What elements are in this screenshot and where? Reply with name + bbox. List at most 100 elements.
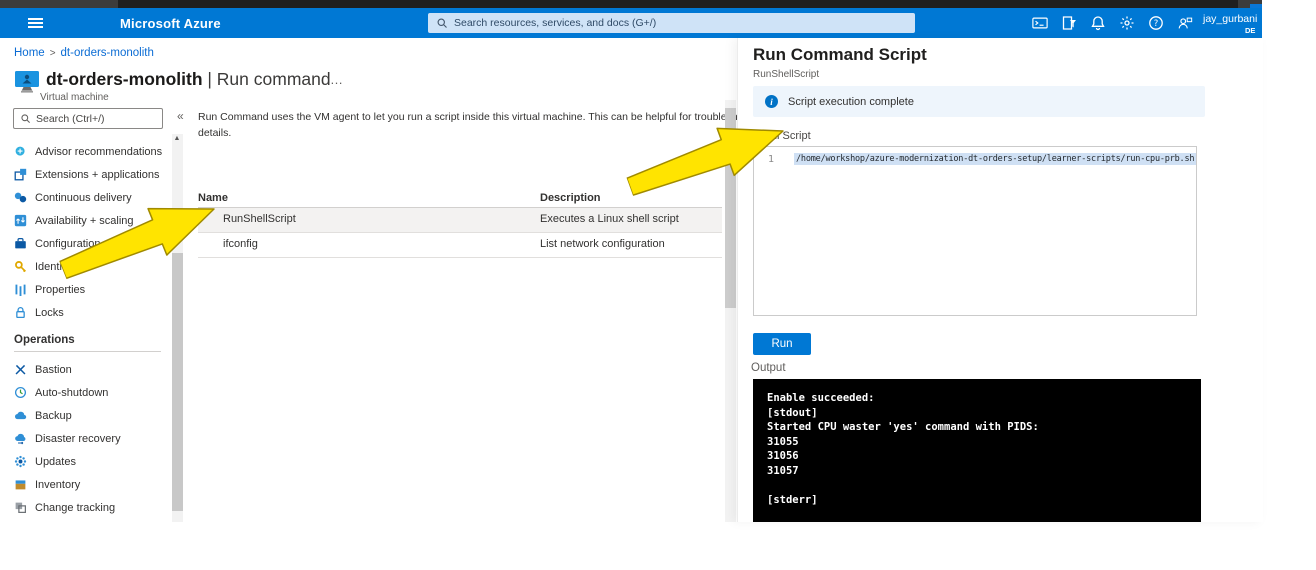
sidebar-item-backup[interactable]: Backup: [0, 404, 172, 427]
azure-portal-screen: Microsoft Azure Search resources, servic…: [0, 0, 1316, 570]
sidebar-item-label: Auto-shutdown: [35, 387, 108, 399]
sidebar-item-availability-scaling[interactable]: Availability + scaling: [0, 209, 172, 232]
browser-strip: [0, 0, 1262, 8]
shell-script-label: Shell Script: [755, 130, 811, 142]
sidebar-item-advisor-recommendations[interactable]: Advisor recommendations: [0, 140, 172, 163]
sidebar-search-placeholder: Search (Ctrl+/): [36, 113, 105, 125]
hamburger-menu-icon[interactable]: [28, 18, 43, 28]
column-header-name: Name: [198, 192, 228, 204]
sidebar-item-label: Inventory: [35, 479, 80, 491]
cell-description: List network configuration: [540, 238, 665, 250]
sidebar-divider: [14, 351, 161, 352]
cell-description: Executes a Linux shell script: [540, 213, 679, 225]
sidebar-item-label: Advisor recommendations: [35, 146, 162, 158]
sidebar-item-label: Locks: [35, 307, 64, 319]
global-search-placeholder: Search resources, services, and docs (G+…: [454, 17, 656, 29]
sidebar-item-label: Continuous delivery: [35, 192, 132, 204]
sidebar-item-label: Bastion: [35, 364, 72, 376]
info-icon: i: [765, 95, 778, 108]
page-title: dt-orders-monolith | Run command: [46, 69, 331, 90]
sidebar-nav-operations: Bastion Auto-shutdown Backup Disaster recov…: [0, 358, 172, 519]
run-command-description-line2: details.: [198, 127, 231, 139]
availability-scaling-icon: [14, 214, 27, 227]
terminal-line: Enable succeeded:: [767, 391, 1201, 406]
main-scrollbar-thumb[interactable]: [725, 108, 736, 308]
sidebar-item-inventory[interactable]: Inventory: [0, 473, 172, 496]
virtual-machine-icon: [14, 70, 40, 95]
editor-line-number: 1: [768, 154, 774, 165]
sidebar-item-locks[interactable]: Locks: [0, 301, 172, 324]
help-icon[interactable]: ?: [1148, 15, 1164, 31]
command-table: RunShellScript Executes a Linux shell scr…: [198, 207, 722, 258]
page-subtitle: Virtual machine: [40, 92, 109, 103]
run-button[interactable]: Run: [753, 333, 811, 355]
sidebar-search-input[interactable]: Search (Ctrl+/): [13, 108, 163, 129]
breadcrumb-separator: >: [50, 48, 56, 59]
sidebar-item-label: Backup: [35, 410, 72, 422]
change-tracking-icon: [14, 501, 27, 514]
notifications-icon[interactable]: [1090, 15, 1106, 31]
table-header: Name Description: [198, 192, 722, 206]
panel-subtitle: RunShellScript: [753, 69, 819, 80]
terminal-line: 31057: [767, 464, 1201, 479]
breadcrumb: Home > dt-orders-monolith: [14, 47, 154, 59]
sidebar-item-disaster-recovery[interactable]: Disaster recovery: [0, 427, 172, 450]
backup-icon: [14, 409, 27, 422]
terminal-line: Started CPU waster 'yes' command with PI…: [767, 420, 1201, 435]
scroll-up-icon[interactable]: ▲: [174, 135, 181, 142]
breadcrumb-link-dt-orders-monolith[interactable]: dt-orders-monolith: [61, 47, 154, 59]
cell-name: ifconfig: [223, 238, 258, 250]
extensions-icon: [14, 168, 27, 181]
sidebar-item-label: Change tracking: [35, 502, 115, 514]
sidebar-item-identity[interactable]: Identity: [0, 255, 172, 278]
settings-icon[interactable]: [1119, 15, 1135, 31]
table-row-runshellscript[interactable]: RunShellScript Executes a Linux shell scr…: [198, 207, 722, 233]
topbar-icons: ?: [1032, 8, 1193, 38]
inventory-icon: [14, 478, 27, 491]
svg-text:?: ?: [1154, 19, 1159, 29]
azure-brand[interactable]: Microsoft Azure: [120, 16, 221, 31]
sidebar-item-continuous-delivery[interactable]: Continuous delivery: [0, 186, 172, 209]
updates-icon: [14, 455, 27, 468]
feedback-icon[interactable]: [1177, 15, 1193, 31]
status-banner: i Script execution complete: [753, 86, 1205, 117]
editor-code-line[interactable]: /home/workshop/azure-modernization-dt-or…: [794, 153, 1196, 165]
sidebar-scrollbar-thumb[interactable]: [172, 253, 183, 511]
bastion-icon: [14, 363, 27, 376]
sidebar-section-operations: Operations: [14, 334, 75, 346]
account-directory: DE: [1245, 26, 1262, 35]
directories-filter-icon[interactable]: [1061, 15, 1077, 31]
account-info[interactable]: jay_gurbani DE: [1203, 13, 1262, 35]
sidebar-item-updates[interactable]: Updates: [0, 450, 172, 473]
sidebar-item-configuration[interactable]: Configuration: [0, 232, 172, 255]
disaster-recovery-icon: [14, 432, 27, 445]
sidebar-item-auto-shutdown[interactable]: Auto-shutdown: [0, 381, 172, 404]
search-icon: [436, 17, 448, 29]
output-terminal: Enable succeeded:[stdout]Started CPU was…: [753, 379, 1201, 522]
page-title-divider: |: [203, 69, 217, 89]
terminal-line: [stderr]: [767, 493, 1201, 508]
sidebar-item-extensions-applications[interactable]: Extensions + applications: [0, 163, 172, 186]
cloud-shell-icon[interactable]: [1032, 15, 1048, 31]
sidebar-item-label: Configuration: [35, 238, 100, 250]
sidebar-item-label: Identity: [35, 261, 70, 273]
terminal-line: 31056: [767, 449, 1201, 464]
breadcrumb-link-home[interactable]: Home: [14, 47, 45, 59]
collapse-sidebar-icon[interactable]: «: [177, 109, 184, 123]
page-title-section: Run command: [217, 69, 331, 89]
table-row-ifconfig[interactable]: ifconfig List network configuration: [198, 233, 722, 258]
advisor-icon: [14, 145, 27, 158]
sidebar-nav: Advisor recommendations Extensions + appl…: [0, 140, 172, 324]
sidebar-item-change-tracking[interactable]: Change tracking: [0, 496, 172, 519]
locks-icon: [14, 306, 27, 319]
sidebar-item-label: Availability + scaling: [35, 215, 134, 227]
script-editor[interactable]: 1 /home/workshop/azure-modernization-dt-…: [753, 146, 1197, 316]
global-search-input[interactable]: Search resources, services, and docs (G+…: [428, 13, 915, 33]
more-options-icon[interactable]: …: [330, 72, 343, 87]
account-name: jay_gurbani: [1203, 13, 1262, 25]
sidebar-item-bastion[interactable]: Bastion: [0, 358, 172, 381]
cell-name: RunShellScript: [223, 213, 296, 225]
sidebar-item-properties[interactable]: Properties: [0, 278, 172, 301]
terminal-line: [767, 478, 1201, 493]
top-bar: Microsoft Azure Search resources, servic…: [0, 8, 1262, 38]
